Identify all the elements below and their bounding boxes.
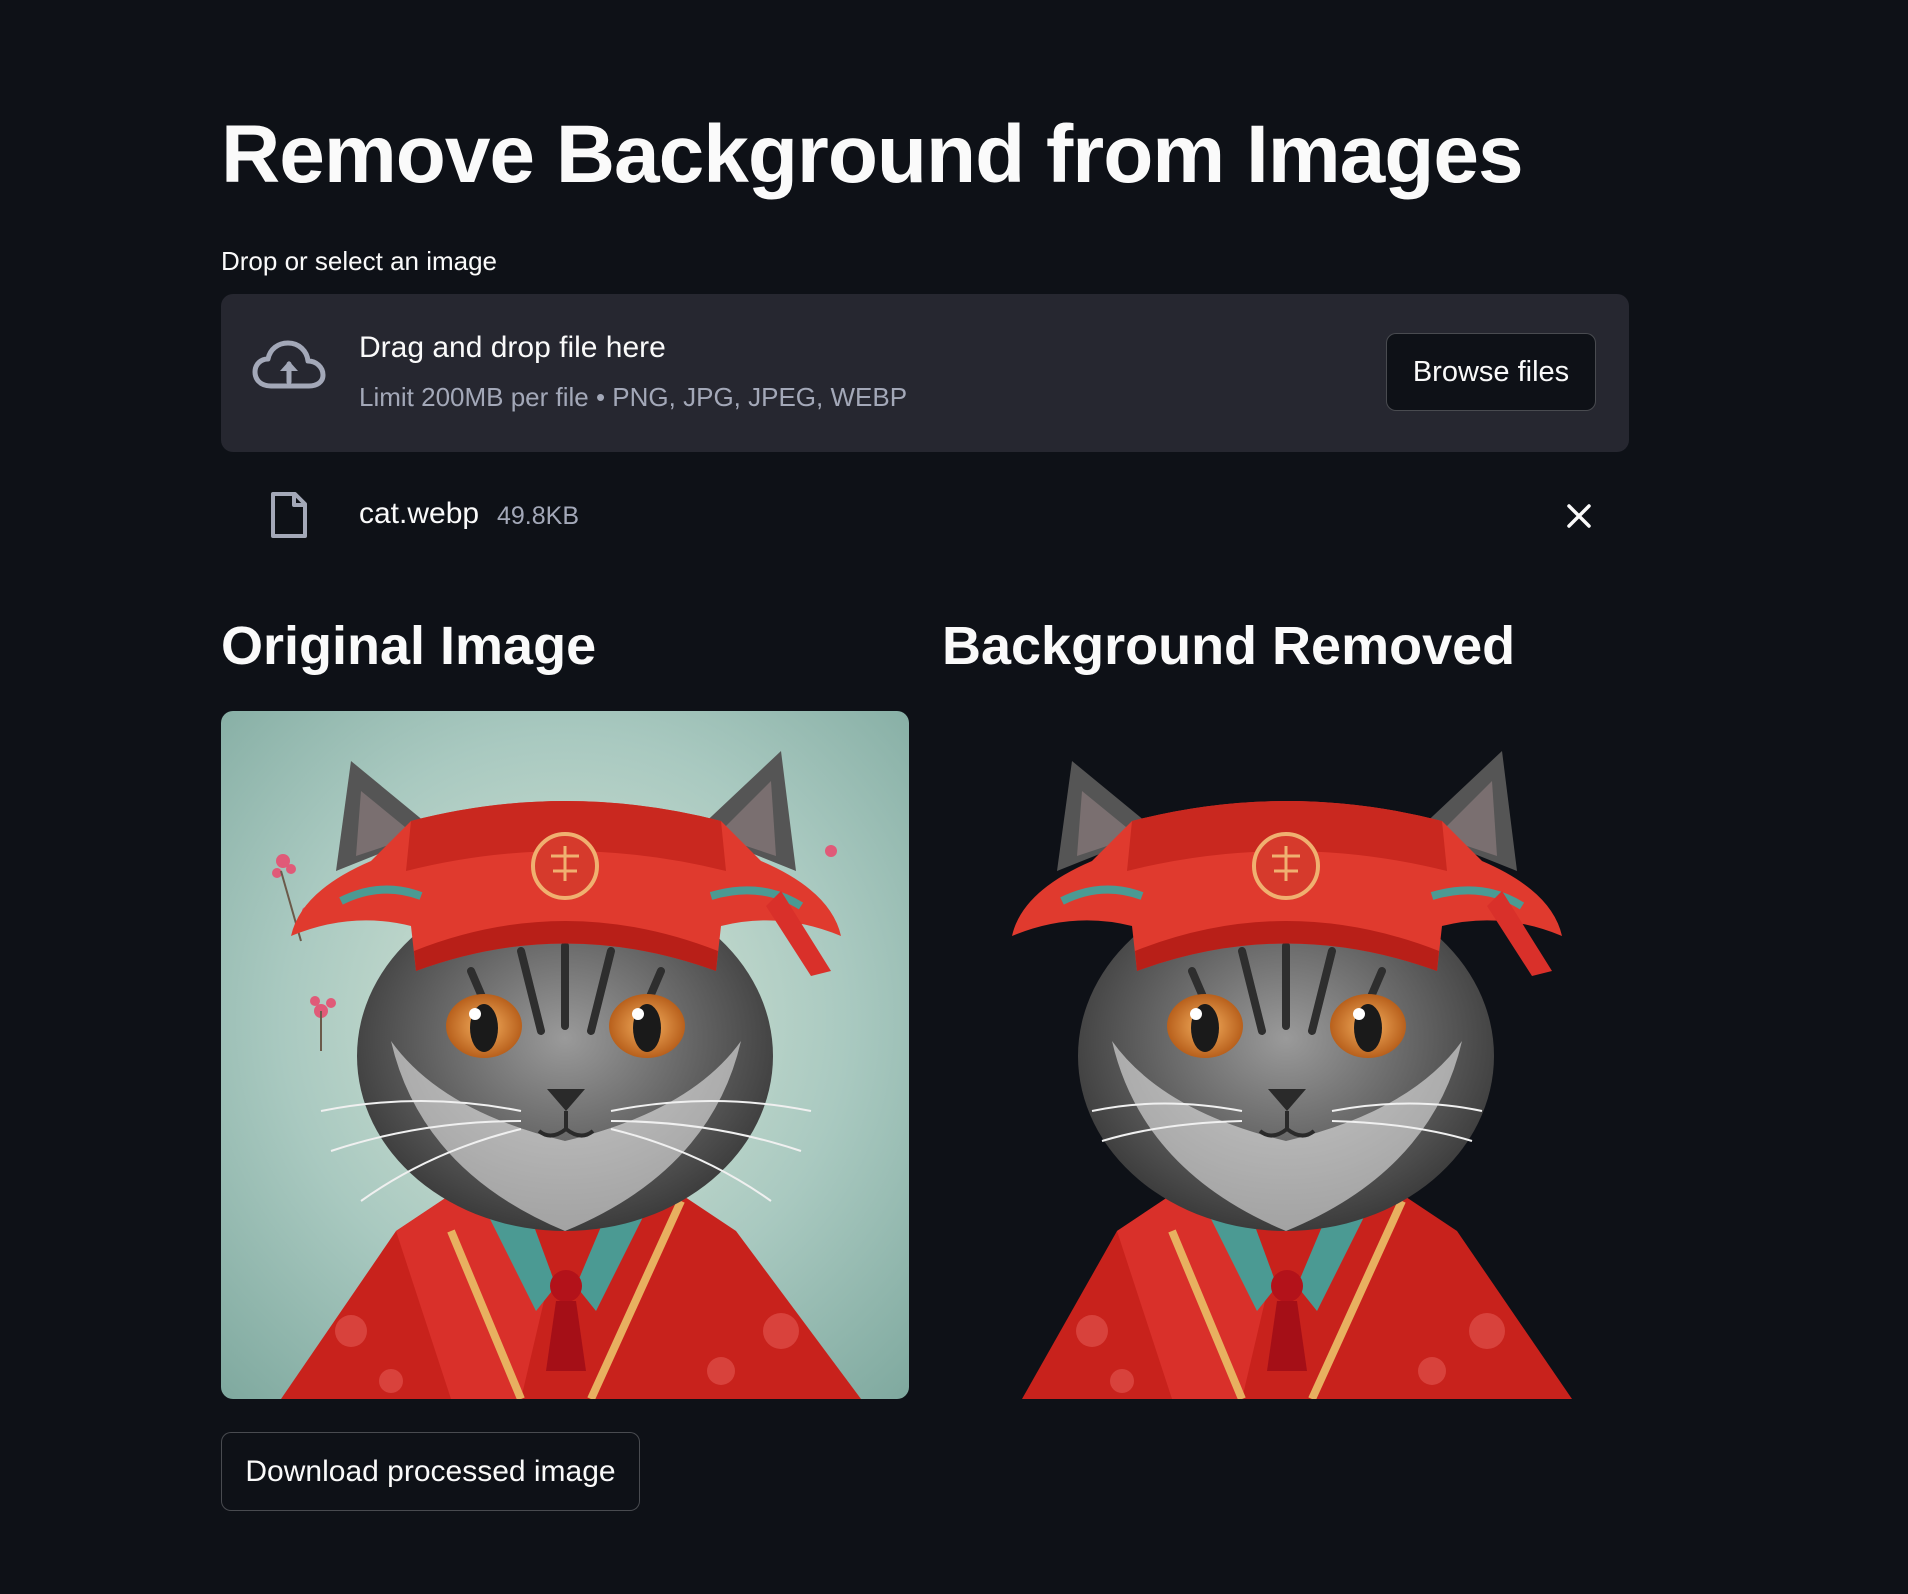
page-title: Remove Background from Images bbox=[221, 109, 1524, 200]
close-icon[interactable] bbox=[1561, 498, 1597, 534]
original-image bbox=[221, 711, 909, 1399]
background-removed-image bbox=[942, 711, 1630, 1399]
browse-files-button[interactable]: Browse files bbox=[1386, 333, 1596, 411]
background-removed-heading: Background Removed bbox=[942, 616, 1516, 676]
uploaded-file-size: 49.8KB bbox=[497, 502, 580, 530]
dropzone-limit-text: Limit 200MB per file • PNG, JPG, JPEG, W… bbox=[359, 382, 908, 412]
cloud-upload-icon bbox=[252, 340, 326, 389]
uploader-label: Drop or select an image bbox=[221, 246, 498, 276]
download-processed-image-button[interactable]: Download processed image bbox=[221, 1432, 640, 1511]
dropzone-instructions: Drag and drop file here bbox=[359, 331, 666, 364]
uploaded-file-name: cat.webp bbox=[359, 497, 480, 530]
uploaded-file-item: cat.webp 49.8KB bbox=[221, 478, 1629, 554]
file-icon bbox=[271, 492, 307, 538]
original-image-heading: Original Image bbox=[221, 616, 597, 676]
file-dropzone[interactable]: Drag and drop file here Limit 200MB per … bbox=[221, 294, 1629, 452]
